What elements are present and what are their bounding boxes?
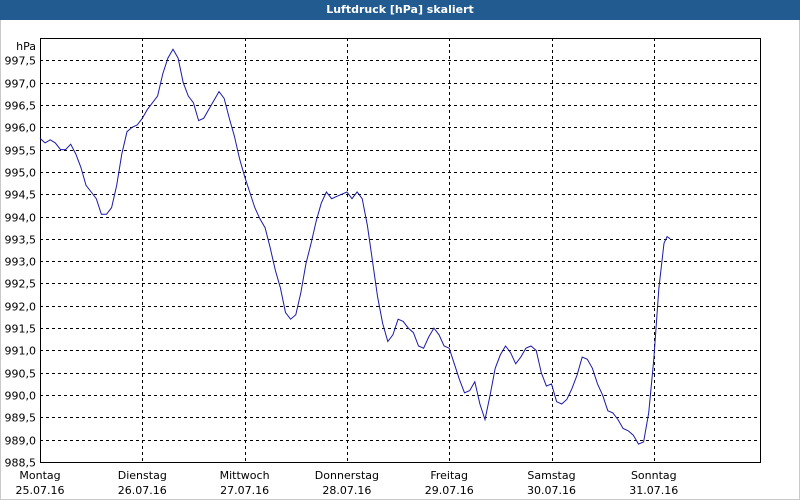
y-tick-label: 991,5 bbox=[5, 323, 37, 336]
x-tick-day-label: Donnerstag bbox=[315, 469, 379, 482]
y-tick-label: 993,5 bbox=[5, 234, 37, 247]
y-tick-label: 990,5 bbox=[5, 368, 37, 381]
y-tick-label: 995,0 bbox=[5, 167, 37, 180]
x-tick-date-label: 25.07.16 bbox=[16, 484, 65, 497]
y-tick-label: 990,0 bbox=[5, 390, 37, 403]
y-tick-label: 991,0 bbox=[5, 345, 37, 358]
y-tick-label: 994,0 bbox=[5, 212, 37, 225]
x-axis-ticks: Montag 25.07.16 Dienstag 26.07.16 Mittwoch 27… bbox=[16, 469, 679, 497]
y-tick-label: 994,5 bbox=[5, 189, 37, 202]
x-tick-date-label: 26.07.16 bbox=[118, 484, 167, 497]
y-tick-label: 992,5 bbox=[5, 278, 37, 291]
x-tick-day-label: Dienstag bbox=[118, 469, 167, 482]
y-tick-label: 988,5 bbox=[5, 457, 37, 470]
x-tick-day-label: Freitag bbox=[430, 469, 468, 482]
x-tick-date-label: 27.07.16 bbox=[220, 484, 269, 497]
x-tick-date-label: 29.07.16 bbox=[425, 484, 474, 497]
y-tick-label: 995,5 bbox=[5, 145, 37, 158]
y-tick-label: 989,5 bbox=[5, 412, 37, 425]
y-tick-label: 989,0 bbox=[5, 435, 37, 448]
x-tick-date-label: 31.07.16 bbox=[629, 484, 678, 497]
y-tick-label: 996,5 bbox=[5, 100, 37, 113]
pressure-series-line bbox=[39, 48, 671, 445]
plot-border bbox=[40, 38, 761, 463]
y-tick-label: 997,5 bbox=[5, 55, 37, 68]
y-tick-label: 996,0 bbox=[5, 122, 37, 135]
x-tick-day-label: Sonntag bbox=[631, 469, 677, 482]
y-axis-ticks: 988,5 989,0 989,5 990,0 990,5 991,0 991,5 992,0… bbox=[5, 55, 37, 470]
grid bbox=[40, 38, 760, 463]
x-tick-date-label: 28.07.16 bbox=[322, 484, 371, 497]
pressure-chart: 988,5 989,0 989,5 990,0 990,5 991,0 991,5 992,0… bbox=[5, 38, 761, 497]
x-tick-day-label: Montag bbox=[19, 469, 60, 482]
y-tick-label: 993,0 bbox=[5, 256, 37, 269]
y-tick-label: 997,0 bbox=[5, 78, 37, 91]
x-tick-date-label: 30.07.16 bbox=[527, 484, 576, 497]
x-tick-day-label: Mittwoch bbox=[220, 469, 270, 482]
x-tick-day-label: Samstag bbox=[527, 469, 575, 482]
y-tick-label: 992,0 bbox=[5, 301, 37, 314]
y-axis-unit-label: hPa bbox=[16, 40, 36, 53]
